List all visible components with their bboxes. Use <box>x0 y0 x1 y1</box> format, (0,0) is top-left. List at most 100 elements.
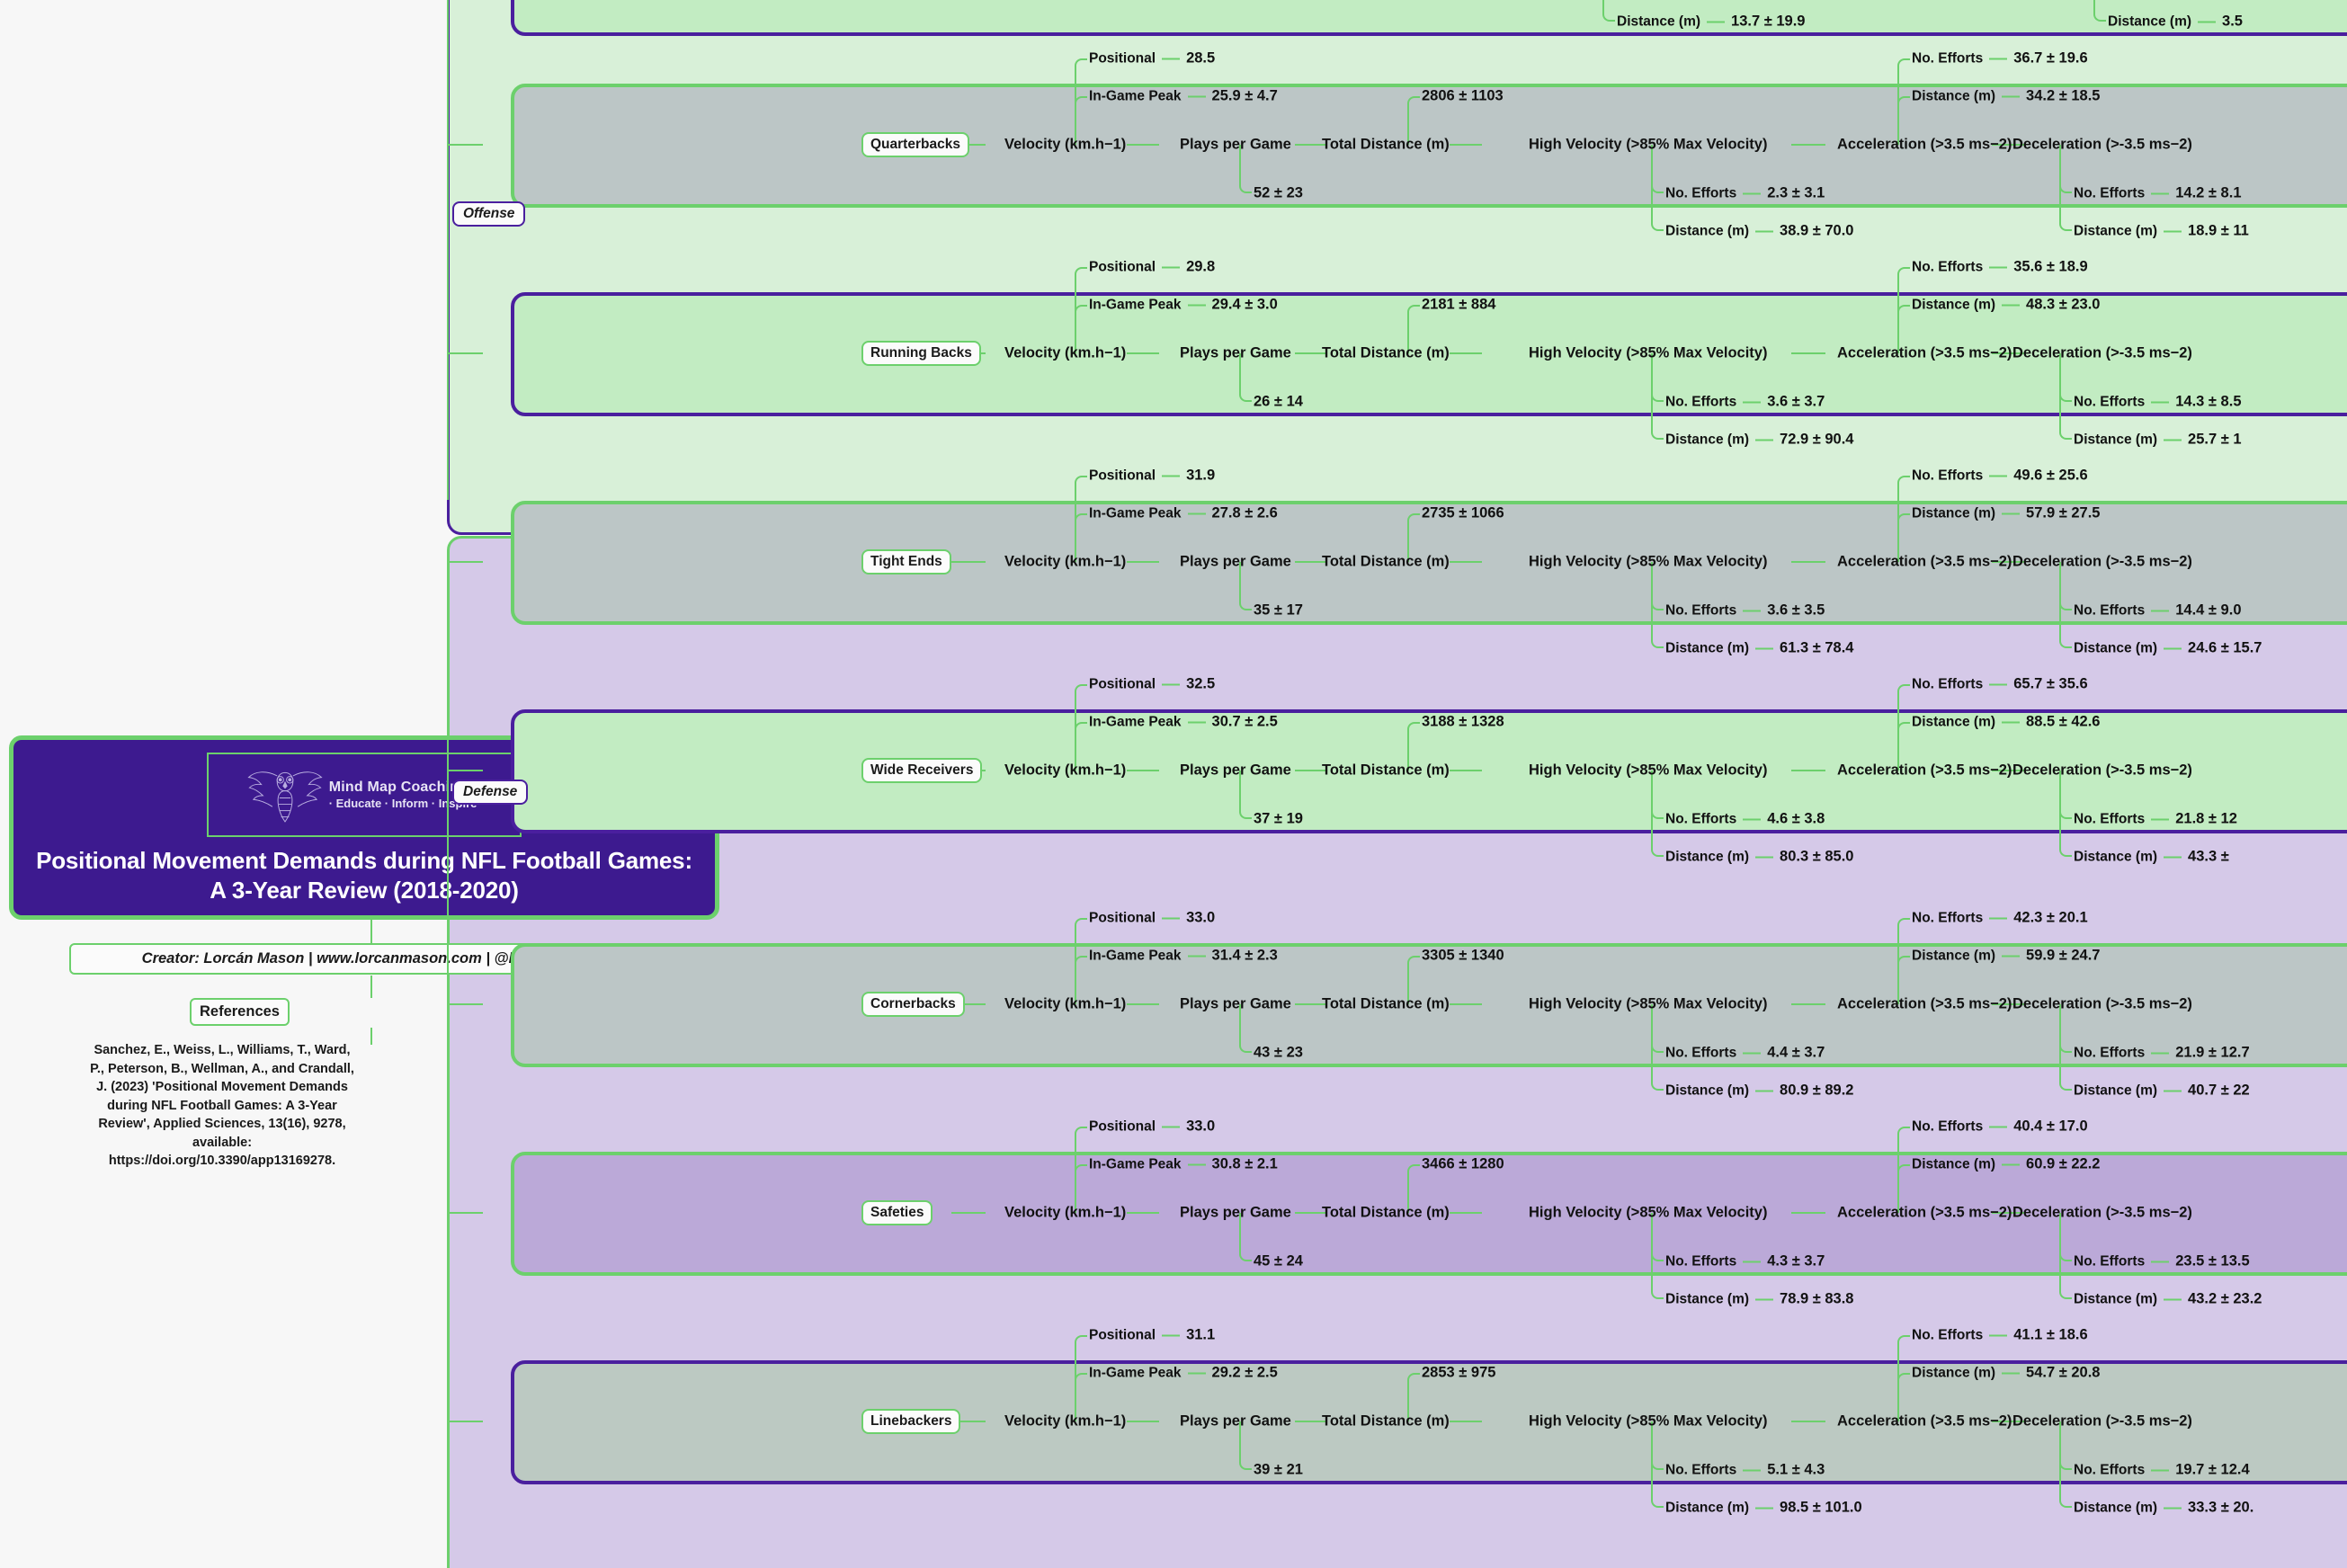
row-2-node-deceleration[interactable]: Deceleration (>-3.5 ms−2) <box>2012 345 2192 362</box>
position-label-wide-receivers[interactable]: Wide Receivers <box>861 758 983 783</box>
position-label-tight-ends[interactable]: Tight Ends <box>861 549 951 575</box>
row-1-node-high-velocity[interactable]: High Velocity (>85% Max Velocity) <box>1529 137 1767 154</box>
row-4-node-velocity[interactable]: Velocity (km.h−1) <box>1004 762 1126 780</box>
row-6-node-acceleration[interactable]: Acceleration (>3.5 ms−2) <box>1837 1205 2012 1222</box>
row-5-hv-efforts: No. Efforts 4.4 ± 3.7 <box>1665 1045 1825 1062</box>
row-6-dec-distance-value: 43.2 ± 23.2 <box>2188 1290 2262 1307</box>
page-title: Positional Movement Demands during NFL F… <box>36 847 692 904</box>
row-6-acc-distance-dash <box>2002 1163 2021 1166</box>
row-7-node-plays-per-game[interactable]: Plays per Game <box>1180 1413 1291 1430</box>
row-5-dec-efforts: No. Efforts 21.9 ± 12.7 <box>2074 1045 2250 1062</box>
row-2-hv-distance-value: 72.9 ± 90.4 <box>1780 431 1854 448</box>
row-6-hv-distance: Distance (m) 78.9 ± 83.8 <box>1665 1291 1853 1308</box>
row-6-connector-4 <box>1791 1212 1825 1214</box>
branch-defense[interactable]: Defense <box>452 780 529 805</box>
row-6-total-distance-value-value: 3466 ± 1280 <box>1422 1155 1504 1172</box>
row-4-connector-2 <box>1295 770 1325 771</box>
row-3-node-deceleration[interactable]: Deceleration (>-3.5 ms−2) <box>2012 554 2192 571</box>
row-2-node-velocity[interactable]: Velocity (km.h−1) <box>1004 345 1126 362</box>
row-7-node-velocity[interactable]: Velocity (km.h−1) <box>1004 1413 1126 1430</box>
row-7-node-high-velocity[interactable]: High Velocity (>85% Max Velocity) <box>1529 1413 1767 1430</box>
row-5-hv-distance-dash <box>1755 1090 1774 1092</box>
row-4-dec-efforts-dash <box>2151 818 2170 821</box>
row-7-dec-distance-value: 33.3 ± 20. <box>2188 1499 2254 1516</box>
row-2-velocity-positional-label: Positional <box>1089 259 1156 275</box>
row-4-node-high-velocity[interactable]: High Velocity (>85% Max Velocity) <box>1529 762 1767 780</box>
row-7-node-deceleration[interactable]: Deceleration (>-3.5 ms−2) <box>2012 1413 2192 1430</box>
row-3-velocity-peak: In-Game Peak 27.8 ± 2.6 <box>1089 505 1278 522</box>
row-1-node-deceleration[interactable]: Deceleration (>-3.5 ms−2) <box>2012 137 2192 154</box>
row-3-acc-distance-label: Distance (m) <box>1912 505 1996 521</box>
row-2-node-plays-per-game[interactable]: Plays per Game <box>1180 345 1291 362</box>
row-4-hv-distance-value: 80.3 ± 85.0 <box>1780 848 1854 865</box>
row-6-node-plays-per-game[interactable]: Plays per Game <box>1180 1205 1291 1222</box>
row-4-hv-distance: Distance (m) 80.3 ± 85.0 <box>1665 849 1853 866</box>
row-2-node-high-velocity[interactable]: High Velocity (>85% Max Velocity) <box>1529 345 1767 362</box>
references-node[interactable]: References <box>190 998 290 1026</box>
row-2-node-acceleration[interactable]: Acceleration (>3.5 ms−2) <box>1837 345 2012 362</box>
row-7-acc-efforts: No. Efforts 41.1 ± 18.6 <box>1912 1327 2088 1344</box>
row-2-dec-distance-label: Distance (m) <box>2074 432 2158 448</box>
row-6-node-velocity[interactable]: Velocity (km.h−1) <box>1004 1205 1126 1222</box>
row-5-hv-distance-value: 80.9 ± 89.2 <box>1780 1082 1854 1099</box>
row-6-plays-value-value: 45 ± 24 <box>1254 1252 1303 1270</box>
row-5-node-deceleration[interactable]: Deceleration (>-3.5 ms−2) <box>2012 996 2192 1013</box>
position-label-safeties[interactable]: Safeties <box>861 1200 933 1225</box>
position-label-running-backs[interactable]: Running Backs <box>861 341 981 366</box>
row-3-hv-efforts-dash <box>1743 610 1762 612</box>
row-7-dec-distance-dash <box>2164 1507 2182 1510</box>
row-3-node-high-velocity[interactable]: High Velocity (>85% Max Velocity) <box>1529 554 1767 571</box>
row-3-acc-efforts-label: No. Efforts <box>1912 468 1984 484</box>
row-1-node-total-distance[interactable]: Total Distance (m) <box>1322 137 1450 154</box>
row-5-dec-efforts-label: No. Efforts <box>2074 1045 2146 1061</box>
row-4-node-plays-per-game[interactable]: Plays per Game <box>1180 762 1291 780</box>
position-label-cornerbacks[interactable]: Cornerbacks <box>861 992 965 1017</box>
row-6-node-total-distance[interactable]: Total Distance (m) <box>1322 1205 1450 1222</box>
row-6-acc-distance-value: 60.9 ± 22.2 <box>2026 1155 2101 1172</box>
row-5-acc-efforts-dash <box>1989 917 2008 920</box>
row-7-plays-value-value: 39 ± 21 <box>1254 1461 1303 1478</box>
row-1-node-velocity[interactable]: Velocity (km.h−1) <box>1004 137 1126 154</box>
row-stub-1 <box>447 144 483 146</box>
row-3-total-distance-value-value: 2735 ± 1066 <box>1422 504 1504 521</box>
row-3-node-velocity[interactable]: Velocity (km.h−1) <box>1004 554 1126 571</box>
row-5-node-velocity[interactable]: Velocity (km.h−1) <box>1004 996 1126 1013</box>
row-2-hv-efforts-label: No. Efforts <box>1665 394 1737 410</box>
row-4-dec-efforts-label: No. Efforts <box>2074 811 2146 827</box>
row-3-node-plays-per-game[interactable]: Plays per Game <box>1180 554 1291 571</box>
row-5-connector-4 <box>1791 1003 1825 1005</box>
row-3-node-total-distance[interactable]: Total Distance (m) <box>1322 554 1450 571</box>
row-7-dec-distance-label: Distance (m) <box>2074 1500 2158 1516</box>
row-4-node-total-distance[interactable]: Total Distance (m) <box>1322 762 1450 780</box>
row-2-hv-efforts-dash <box>1743 401 1762 404</box>
row-4-acc-distance-value: 88.5 ± 42.6 <box>2026 713 2101 730</box>
row-6-node-deceleration[interactable]: Deceleration (>-3.5 ms−2) <box>2012 1205 2192 1222</box>
row-6-hv-efforts-label: No. Efforts <box>1665 1253 1737 1270</box>
row-6-plays-value: 45 ± 24 <box>1254 1253 1303 1270</box>
row-2-node-total-distance[interactable]: Total Distance (m) <box>1322 345 1450 362</box>
row-3-node-acceleration[interactable]: Acceleration (>3.5 ms−2) <box>1837 554 2012 571</box>
row-2-dec-efforts-dash <box>2151 401 2170 404</box>
row-4-node-acceleration[interactable]: Acceleration (>3.5 ms−2) <box>1837 762 2012 780</box>
row-4-acc-efforts: No. Efforts 65.7 ± 35.6 <box>1912 676 2088 693</box>
row-5-node-total-distance[interactable]: Total Distance (m) <box>1322 996 1450 1013</box>
row-3-hv-efforts-value: 3.6 ± 3.5 <box>1767 601 1825 619</box>
row-1-node-plays-per-game[interactable]: Plays per Game <box>1180 137 1291 154</box>
row-4-plays-value-value: 37 ± 19 <box>1254 810 1303 827</box>
row-1-node-acceleration[interactable]: Acceleration (>3.5 ms−2) <box>1837 137 2012 154</box>
row-7-node-total-distance[interactable]: Total Distance (m) <box>1322 1413 1450 1430</box>
row-4-node-deceleration[interactable]: Deceleration (>-3.5 ms−2) <box>2012 762 2192 780</box>
branch-offense[interactable]: Offense <box>452 201 526 227</box>
row-6-velocity-positional: Positional 33.0 <box>1089 1118 1215 1136</box>
row-5-node-acceleration[interactable]: Acceleration (>3.5 ms−2) <box>1837 996 2012 1013</box>
row-4-hv-distance-dash <box>1755 856 1774 859</box>
row-5-node-high-velocity[interactable]: High Velocity (>85% Max Velocity) <box>1529 996 1767 1013</box>
row-7-node-acceleration[interactable]: Acceleration (>3.5 ms−2) <box>1837 1413 2012 1430</box>
row-6-node-high-velocity[interactable]: High Velocity (>85% Max Velocity) <box>1529 1205 1767 1222</box>
row-1-connector-4 <box>1791 144 1825 146</box>
position-label-linebackers[interactable]: Linebackers <box>861 1409 961 1434</box>
row-5-velocity-positional: Positional 33.0 <box>1089 910 1215 927</box>
position-label-quarterbacks[interactable]: Quarterbacks <box>861 132 969 157</box>
row-5-node-plays-per-game[interactable]: Plays per Game <box>1180 996 1291 1013</box>
row-5-hv-efforts-dash <box>1743 1052 1762 1055</box>
